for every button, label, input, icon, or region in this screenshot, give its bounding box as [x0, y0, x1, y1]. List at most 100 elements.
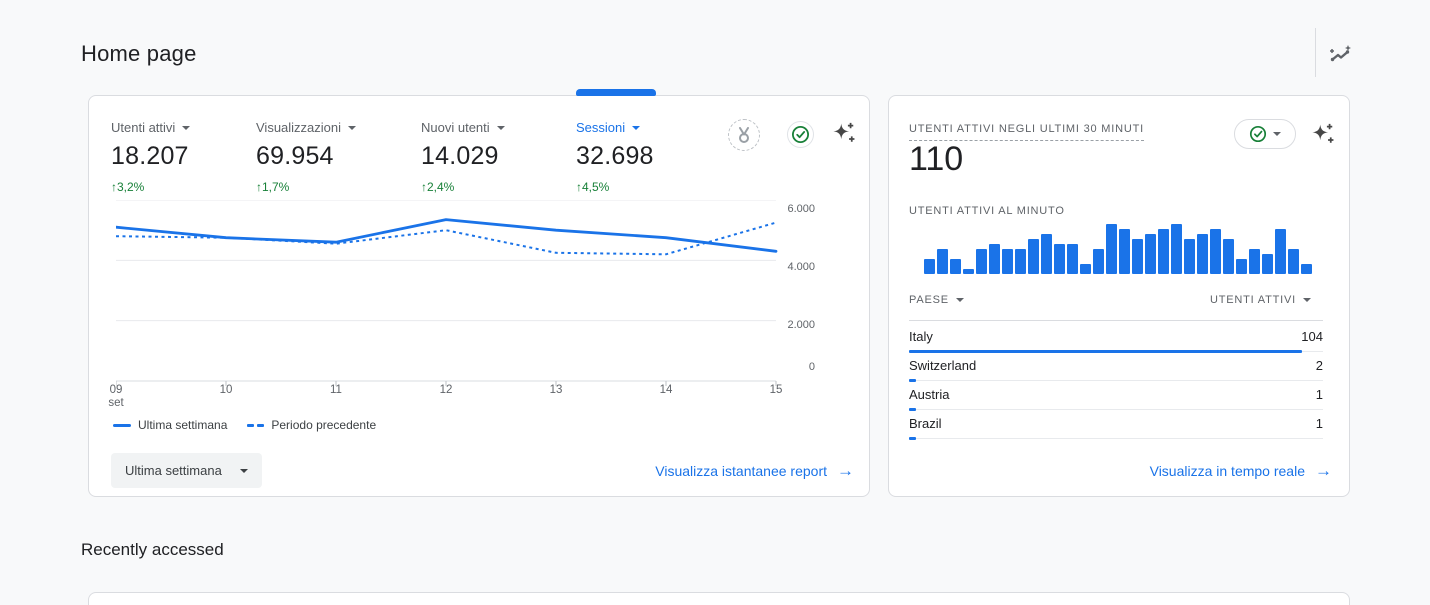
country-table: Italy 104 Switzerland 2 Austria 1 Brazil… — [909, 324, 1323, 440]
column-label: UTENTI ATTIVI — [1210, 294, 1296, 306]
data-quality-dropdown[interactable] — [1234, 119, 1296, 149]
minute-bar[interactable] — [1301, 264, 1312, 274]
view-reports-snapshot-link[interactable]: Visualizza istantanee report → — [655, 462, 854, 479]
insights-sparkle-icon[interactable] — [829, 120, 857, 148]
tab-utenti-attivi[interactable]: Utenti attivi 18.207 ↑3,2% — [111, 120, 191, 194]
column-header-utenti-attivi[interactable]: UTENTI ATTIVI — [1210, 294, 1323, 306]
data-quality-check-icon — [1249, 125, 1267, 143]
minute-bar[interactable] — [1223, 239, 1234, 274]
minute-bar[interactable] — [1171, 224, 1182, 274]
metric-value: 69.954 — [256, 142, 334, 170]
tab-nuovi-utenti[interactable]: Nuovi utenti 14.029 ↑2,4% — [421, 120, 505, 194]
legend-item-previous: Periodo precedente — [247, 418, 376, 432]
chevron-down-icon — [182, 125, 191, 130]
active-users-30min-value: 110 — [909, 140, 964, 178]
minute-bar[interactable] — [1288, 249, 1299, 274]
metric-delta: 1,7% — [262, 180, 290, 194]
x-axis-tick-label: 13 — [549, 384, 563, 396]
insights-button[interactable] — [1326, 40, 1354, 68]
minute-bar[interactable] — [963, 269, 974, 274]
column-header-paese[interactable]: PAESE — [909, 294, 964, 306]
link-label: Visualizza istantanee report — [655, 462, 827, 479]
minute-bar[interactable] — [1106, 224, 1117, 274]
minute-bar[interactable] — [1249, 249, 1260, 274]
tab-visualizzazioni[interactable]: Visualizzazioni 69.954 ↑1,7% — [256, 120, 357, 194]
table-row: Italy 104 — [909, 324, 1323, 353]
recently-accessed-heading: Recently accessed — [81, 540, 224, 559]
minute-bar[interactable] — [1002, 249, 1013, 274]
x-axis-tick-label: 14 — [659, 384, 673, 396]
minute-bar[interactable] — [924, 259, 935, 274]
realtime-card: UTENTI ATTIVI NEGLI ULTIMI 30 MINUTI 110… — [888, 95, 1350, 497]
active-users-per-minute-label: UTENTI ATTIVI AL MINUTO — [909, 205, 1065, 217]
minute-bar[interactable] — [950, 259, 961, 274]
insights-sparkle-icon[interactable] — [1308, 120, 1338, 150]
minute-bar[interactable] — [1028, 239, 1039, 274]
chevron-down-icon — [348, 125, 357, 130]
header-divider — [1315, 28, 1316, 77]
table-header-divider — [909, 320, 1323, 321]
metric-value: 32.698 — [576, 142, 654, 170]
x-axis-tick-label: 10 — [219, 384, 233, 396]
minute-bar[interactable] — [937, 249, 948, 274]
minute-bar[interactable] — [1236, 259, 1247, 274]
minute-bar[interactable] — [1119, 229, 1130, 274]
legend-label: Ultima settimana — [138, 418, 228, 432]
minute-bar[interactable] — [1080, 264, 1091, 274]
country-users: 1 — [1315, 387, 1323, 402]
minute-bar[interactable] — [1093, 249, 1104, 274]
minute-bar[interactable] — [1054, 244, 1065, 274]
benchmarking-medal-icon[interactable] — [728, 119, 760, 151]
country-users: 104 — [1301, 329, 1323, 344]
minute-bar[interactable] — [976, 249, 987, 274]
metric-label: Sessioni — [576, 120, 626, 135]
chevron-down-icon — [955, 298, 964, 302]
minute-bar[interactable] — [1145, 234, 1156, 274]
y-axis-tick-label: 4.000 — [787, 261, 815, 273]
minute-bar[interactable] — [989, 244, 1000, 274]
x-axis-tick-label: 11 — [330, 384, 342, 396]
metric-label: Nuovi utenti — [421, 120, 490, 135]
minute-bar[interactable] — [1184, 239, 1195, 274]
right-arrow-icon: → — [1315, 461, 1332, 480]
chevron-down-icon — [496, 125, 505, 130]
trend-chart[interactable] — [116, 200, 778, 387]
metric-delta: 3,2% — [117, 180, 145, 194]
country-users: 1 — [1315, 416, 1323, 431]
tab-sessioni[interactable]: Sessioni 32.698 ↑4,5% — [576, 120, 654, 194]
metric-value: 14.029 — [421, 142, 499, 170]
legend-label: Periodo precedente — [271, 418, 377, 432]
minute-bar[interactable] — [1015, 249, 1026, 274]
x-axis-tick-label: 09 set — [108, 384, 124, 409]
y-axis-tick-label: 0 — [808, 361, 815, 373]
metric-delta: 2,4% — [427, 180, 455, 194]
metric-delta: 4,5% — [582, 180, 610, 194]
chevron-down-icon — [632, 125, 641, 130]
minute-bar[interactable] — [1041, 234, 1052, 274]
country-bar — [909, 437, 916, 440]
chevron-down-icon — [1303, 298, 1311, 302]
minute-bar[interactable] — [1210, 229, 1221, 274]
period-selector-dropdown[interactable]: Ultima settimana — [111, 453, 262, 488]
recently-accessed-card — [88, 592, 1350, 605]
insights-sparkline-icon — [1330, 45, 1351, 62]
country-users: 2 — [1315, 358, 1323, 373]
minute-bar[interactable] — [1067, 244, 1078, 274]
country-name: Italy — [909, 329, 933, 344]
overview-card: Utenti attivi 18.207 ↑3,2% Visualizzazio… — [88, 89, 870, 497]
right-arrow-icon: → — [837, 461, 854, 480]
view-realtime-link[interactable]: Visualizza in tempo reale → — [1150, 462, 1332, 479]
metric-label: Utenti attivi — [111, 120, 176, 135]
minute-bar[interactable] — [1158, 229, 1169, 274]
metric-value: 18.207 — [111, 142, 189, 170]
table-row: Brazil 1 — [909, 411, 1323, 440]
metric-label: Visualizzazioni — [256, 120, 342, 135]
table-row: Austria 1 — [909, 382, 1323, 411]
minute-bar[interactable] — [1132, 239, 1143, 274]
y-axis-labels: 6.000 4.000 2.000 0 — [783, 96, 815, 396]
minute-bar[interactable] — [1275, 229, 1286, 274]
period-selector-value: Ultima settimana — [125, 463, 222, 478]
legend-item-current: Ultima settimana — [113, 418, 227, 432]
minute-bar[interactable] — [1197, 234, 1208, 274]
minute-bar[interactable] — [1262, 254, 1273, 274]
